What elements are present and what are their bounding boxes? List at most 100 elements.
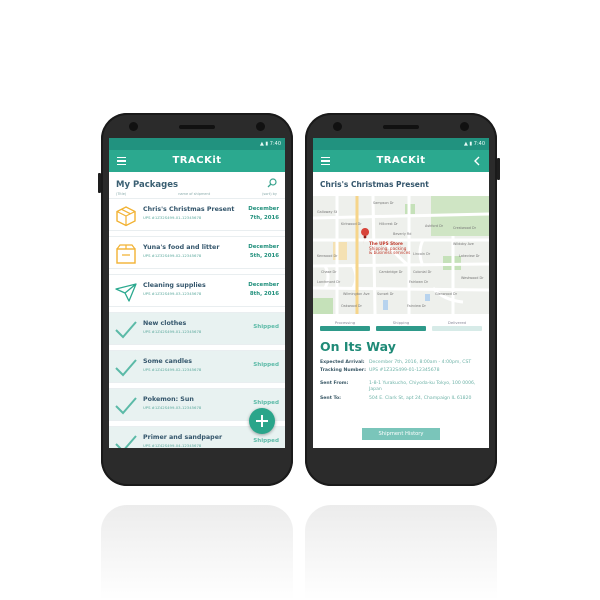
map-street-label: Sampson Dr — [373, 201, 394, 205]
expected-arrival-label: Expected Arrival: — [320, 360, 365, 365]
map-street-label: Larchmont Dr — [317, 280, 341, 284]
map-place-desc: & business services — [369, 250, 411, 256]
phone-reflection — [305, 505, 497, 600]
map-street-label: Cambridge Dr — [379, 270, 403, 274]
front-camera — [129, 122, 138, 131]
tracking-number-value[interactable]: UPS #1Z32S499-01-12345678 — [369, 368, 482, 374]
tracking-number-label: Tracking Number: — [320, 368, 366, 374]
sent-from-row: Sent From: 1-8-1 Yurakucho, Chiyoda-ku T… — [313, 381, 489, 394]
app-bar: TRACKit — [109, 150, 285, 172]
proximity-sensor — [460, 122, 469, 131]
package-date: December 7th, 2016 — [248, 206, 279, 221]
sent-to-label: Sent To: — [320, 395, 342, 401]
map-street-label: Fairview Dr — [407, 304, 426, 308]
tracking-number-row: Tracking Number: UPS #1Z32S499-01-123456… — [313, 368, 489, 374]
package-name: Yuna's food and litter — [143, 244, 220, 251]
add-package-button[interactable] — [249, 408, 275, 434]
page-title: My Packages — [116, 180, 179, 190]
sent-to-value: 504 E. Clark St, apt 24, Champaign IL 61… — [369, 395, 472, 401]
package-tracking: UPS #1Z42S499-04-12345678 — [143, 443, 202, 448]
package-name: Chris's Christmas Present — [143, 206, 235, 213]
package-tracking: UPS #1Z42S499-02-12345678 — [143, 367, 202, 372]
sent-from-label: Sent From: — [320, 380, 349, 386]
checkmark-icon — [115, 397, 137, 415]
list-header: My Packages — [109, 172, 285, 192]
status-badge: Shipped — [253, 400, 279, 406]
box-icon — [116, 206, 136, 227]
progress-step-bar — [320, 326, 370, 331]
detail-screen: ▲ ▮ 7:40 TRACKit Chris's Christmas Prese… — [313, 138, 489, 448]
map-street-label: Ashford Dr — [425, 224, 444, 228]
package-date: December 5th, 2016 — [248, 244, 279, 259]
checkmark-icon — [115, 435, 137, 448]
progress-step-bar — [432, 326, 482, 331]
expected-arrival-row: Expected Arrival: December 7th, 2016, 8:… — [313, 360, 489, 366]
package-row[interactable]: Some candles UPS #1Z42S499-02-12345678 S… — [109, 350, 285, 383]
status-bar: ▲ ▮ 7:40 — [109, 138, 285, 150]
progress-step: Delivered — [432, 320, 482, 331]
map-place-label: The UPS Store Shipping, packing & busine… — [369, 241, 411, 256]
status-badge: Shipped — [253, 438, 279, 444]
map-street-label: Oakwood Dr — [341, 304, 362, 308]
package-row[interactable]: New clothes UPS #1Z42S499-01-12345678 Sh… — [109, 312, 285, 345]
package-tracking: UPS #1Z42S499-03-12345678 — [143, 405, 202, 410]
progress-step: Shipping — [376, 320, 426, 331]
map-street-label: Beverly Rd — [393, 232, 412, 236]
package-name: Pokemon: Sun — [143, 396, 194, 403]
map-street-label: Hillcrest Dr — [379, 222, 398, 226]
map-street-label: Glenwood Dr — [435, 292, 457, 296]
earpiece — [383, 125, 419, 129]
shipment-history-button[interactable]: Shipment History — [362, 428, 440, 440]
progress-step-bar — [376, 326, 426, 331]
progress-step: Processing — [320, 320, 370, 331]
package-tracking: UPS #1Z42S499-01-12345678 — [143, 329, 202, 334]
col-name-label: name of shipment — [178, 192, 211, 196]
phone-right: ▲ ▮ 7:40 TRACKit Chris's Christmas Prese… — [305, 113, 500, 486]
app-title: TRACKit — [376, 155, 426, 166]
volume-button — [98, 173, 101, 193]
status-badge: Shipped — [253, 362, 279, 368]
earpiece — [179, 125, 215, 129]
back-chevron-icon[interactable] — [473, 156, 481, 166]
map-street-label: Lincoln Dr — [413, 252, 431, 256]
map-street-label: Kirkwood Dr — [341, 222, 362, 226]
map-street-label: Colonial Dr — [413, 270, 432, 274]
package-row[interactable]: Cleaning supplies UPS #1Z32S499-03-12345… — [109, 274, 285, 307]
sent-from-value: 1-8-1 Yurakucho, Chiyoda-ku Tokyo, 100 0… — [369, 380, 476, 393]
package-tracking: UPS #1Z32S499-01-12345678 — [143, 215, 202, 220]
proximity-sensor — [256, 122, 265, 131]
phone-reflection — [101, 505, 293, 600]
shipment-map[interactable]: The UPS Store Shipping, packing & busine… — [313, 196, 489, 314]
status-bar: ▲ ▮ 7:40 — [313, 138, 489, 150]
map-street-label: Sunset Dr — [377, 292, 394, 296]
box-icon — [116, 244, 136, 264]
map-street-label: Chase Dr — [321, 270, 337, 274]
shipment-title: Chris's Christmas Present — [320, 180, 429, 189]
map-street-label: Crestwood Dr — [453, 226, 477, 230]
sent-to-row: Sent To: 504 E. Clark St, apt 24, Champa… — [313, 396, 489, 402]
package-row[interactable]: Chris's Christmas Present UPS #1Z32S499-… — [109, 198, 285, 231]
status-time: 7:40 — [269, 141, 281, 147]
expected-arrival-value: December 7th, 2016, 8:00am - 4:00pm, CST — [369, 360, 472, 365]
package-row[interactable]: Yuna's food and litter UPS #1Z32S499-02-… — [109, 236, 285, 269]
status-badge: Shipped — [253, 324, 279, 330]
package-name: Cleaning supplies — [143, 282, 206, 289]
app-title: TRACKit — [172, 155, 222, 166]
front-camera — [333, 122, 342, 131]
app-bar: TRACKit — [313, 150, 489, 172]
package-name: New clothes — [143, 320, 187, 327]
search-icon[interactable] — [267, 178, 277, 188]
power-button — [497, 158, 500, 180]
package-name: Primer and sandpaper — [143, 434, 223, 441]
package-date: December 8th, 2016 — [248, 282, 279, 297]
shipment-progress: Processing Shipping Delivered — [313, 314, 489, 333]
map-street-label: Kenwood Dr — [317, 254, 338, 258]
package-name: Some candles — [143, 358, 193, 365]
package-tracking: UPS #1Z32S499-02-12345678 — [143, 253, 202, 258]
packages-screen: ▲ ▮ 7:40 TRACKit My Packages (Title) nam… — [109, 138, 285, 448]
map-street-label: Wilmington Ave — [343, 292, 370, 296]
status-time: 7:40 — [473, 141, 485, 147]
col-sort-label[interactable]: (sort) by — [262, 192, 277, 196]
progress-step-label: Delivered — [447, 320, 467, 325]
shipment-status: On Its Way — [320, 339, 396, 354]
